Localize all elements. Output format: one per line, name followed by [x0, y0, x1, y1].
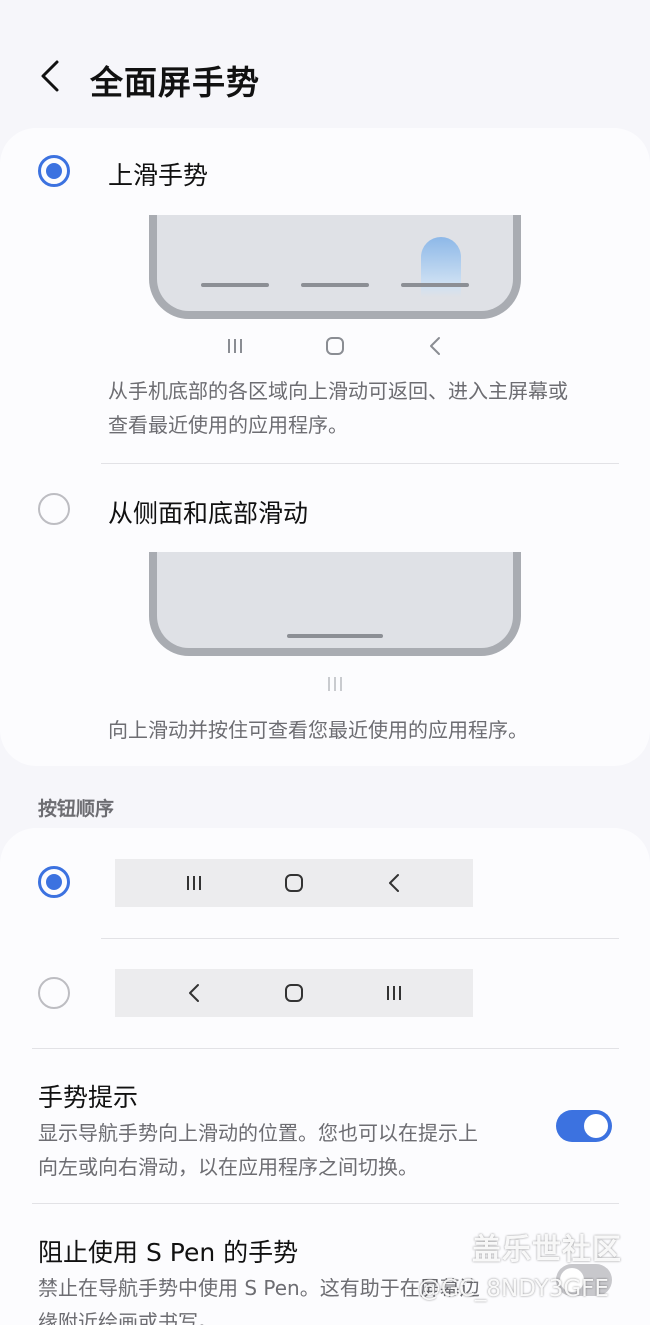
page-title: 全面屏手势 [90, 63, 260, 102]
full-screen-gestures-page: 全面屏手势 上滑手势 从手机底部的各区域向上滑动可返回、进入主屏幕或 查看最近使… [0, 0, 650, 1325]
option-label: 上滑手势 [108, 161, 209, 190]
recents-icon [381, 982, 407, 1004]
gesture-type-card: 上滑手势 从手机底部的各区域向上滑动可返回、进入主屏幕或 查看最近使用的应用程序… [0, 128, 650, 766]
gesture-bar [287, 634, 383, 638]
app-bar: 全面屏手势 [0, 0, 650, 120]
divider [32, 1203, 619, 1204]
option-description-line1: 从手机底部的各区域向上滑动可返回、进入主屏幕或 [108, 379, 568, 403]
option-description: 向上滑动并按住可查看您最近使用的应用程序。 [108, 718, 528, 742]
swipe-up-illustration [149, 215, 521, 319]
option-description-line2: 查看最近使用的应用程序。 [108, 413, 348, 437]
section-title-button-order: 按钮顺序 [38, 798, 115, 820]
chevron-left-icon [41, 60, 59, 92]
recents-icon [322, 673, 348, 695]
setting-description-line1: 显示导航手势向上滑动的位置。您也可以在提示上 [38, 1121, 478, 1145]
setting-title: 手势提示 [38, 1083, 139, 1112]
swipe-finger-icon [421, 237, 461, 297]
side-swipe-illustration [149, 552, 521, 656]
gesture-bar-middle [301, 283, 369, 287]
back-icon [181, 982, 207, 1004]
divider [32, 1048, 619, 1049]
radio-button-order-1[interactable] [38, 866, 70, 898]
gesture-hint-toggle[interactable] [556, 1110, 612, 1142]
home-icon [281, 872, 307, 894]
back-button[interactable] [28, 52, 72, 100]
gesture-bar-left [201, 283, 269, 287]
back-icon [422, 335, 448, 357]
home-icon [281, 982, 307, 1004]
back-icon [381, 872, 407, 894]
watermark-handle: @GC_8NDY3GFE [418, 1276, 609, 1302]
home-icon [322, 335, 348, 357]
recents-icon [181, 872, 207, 894]
radio-side-and-bottom[interactable] [38, 493, 70, 525]
button-order-preview [115, 969, 473, 1017]
button-order-preview [115, 859, 473, 907]
setting-title: 阻止使用 S Pen 的手势 [38, 1238, 299, 1267]
gesture-bar-right [401, 283, 469, 287]
recents-icon [222, 335, 248, 357]
setting-description-line2: 缘附近绘画或书写。 [38, 1310, 218, 1325]
option-label: 从侧面和底部滑动 [108, 499, 309, 528]
radio-swipe-up[interactable] [38, 155, 70, 187]
watermark-logo: 盖乐世社区 [472, 1232, 623, 1266]
divider [101, 938, 619, 939]
divider [101, 463, 619, 464]
setting-description-line2: 向左或向右滑动，以在应用程序之间切换。 [38, 1155, 418, 1179]
setting-description-line1: 禁止在导航手势中使用 S Pen。这有助于在屏幕边 [38, 1276, 480, 1300]
radio-button-order-2[interactable] [38, 977, 70, 1009]
